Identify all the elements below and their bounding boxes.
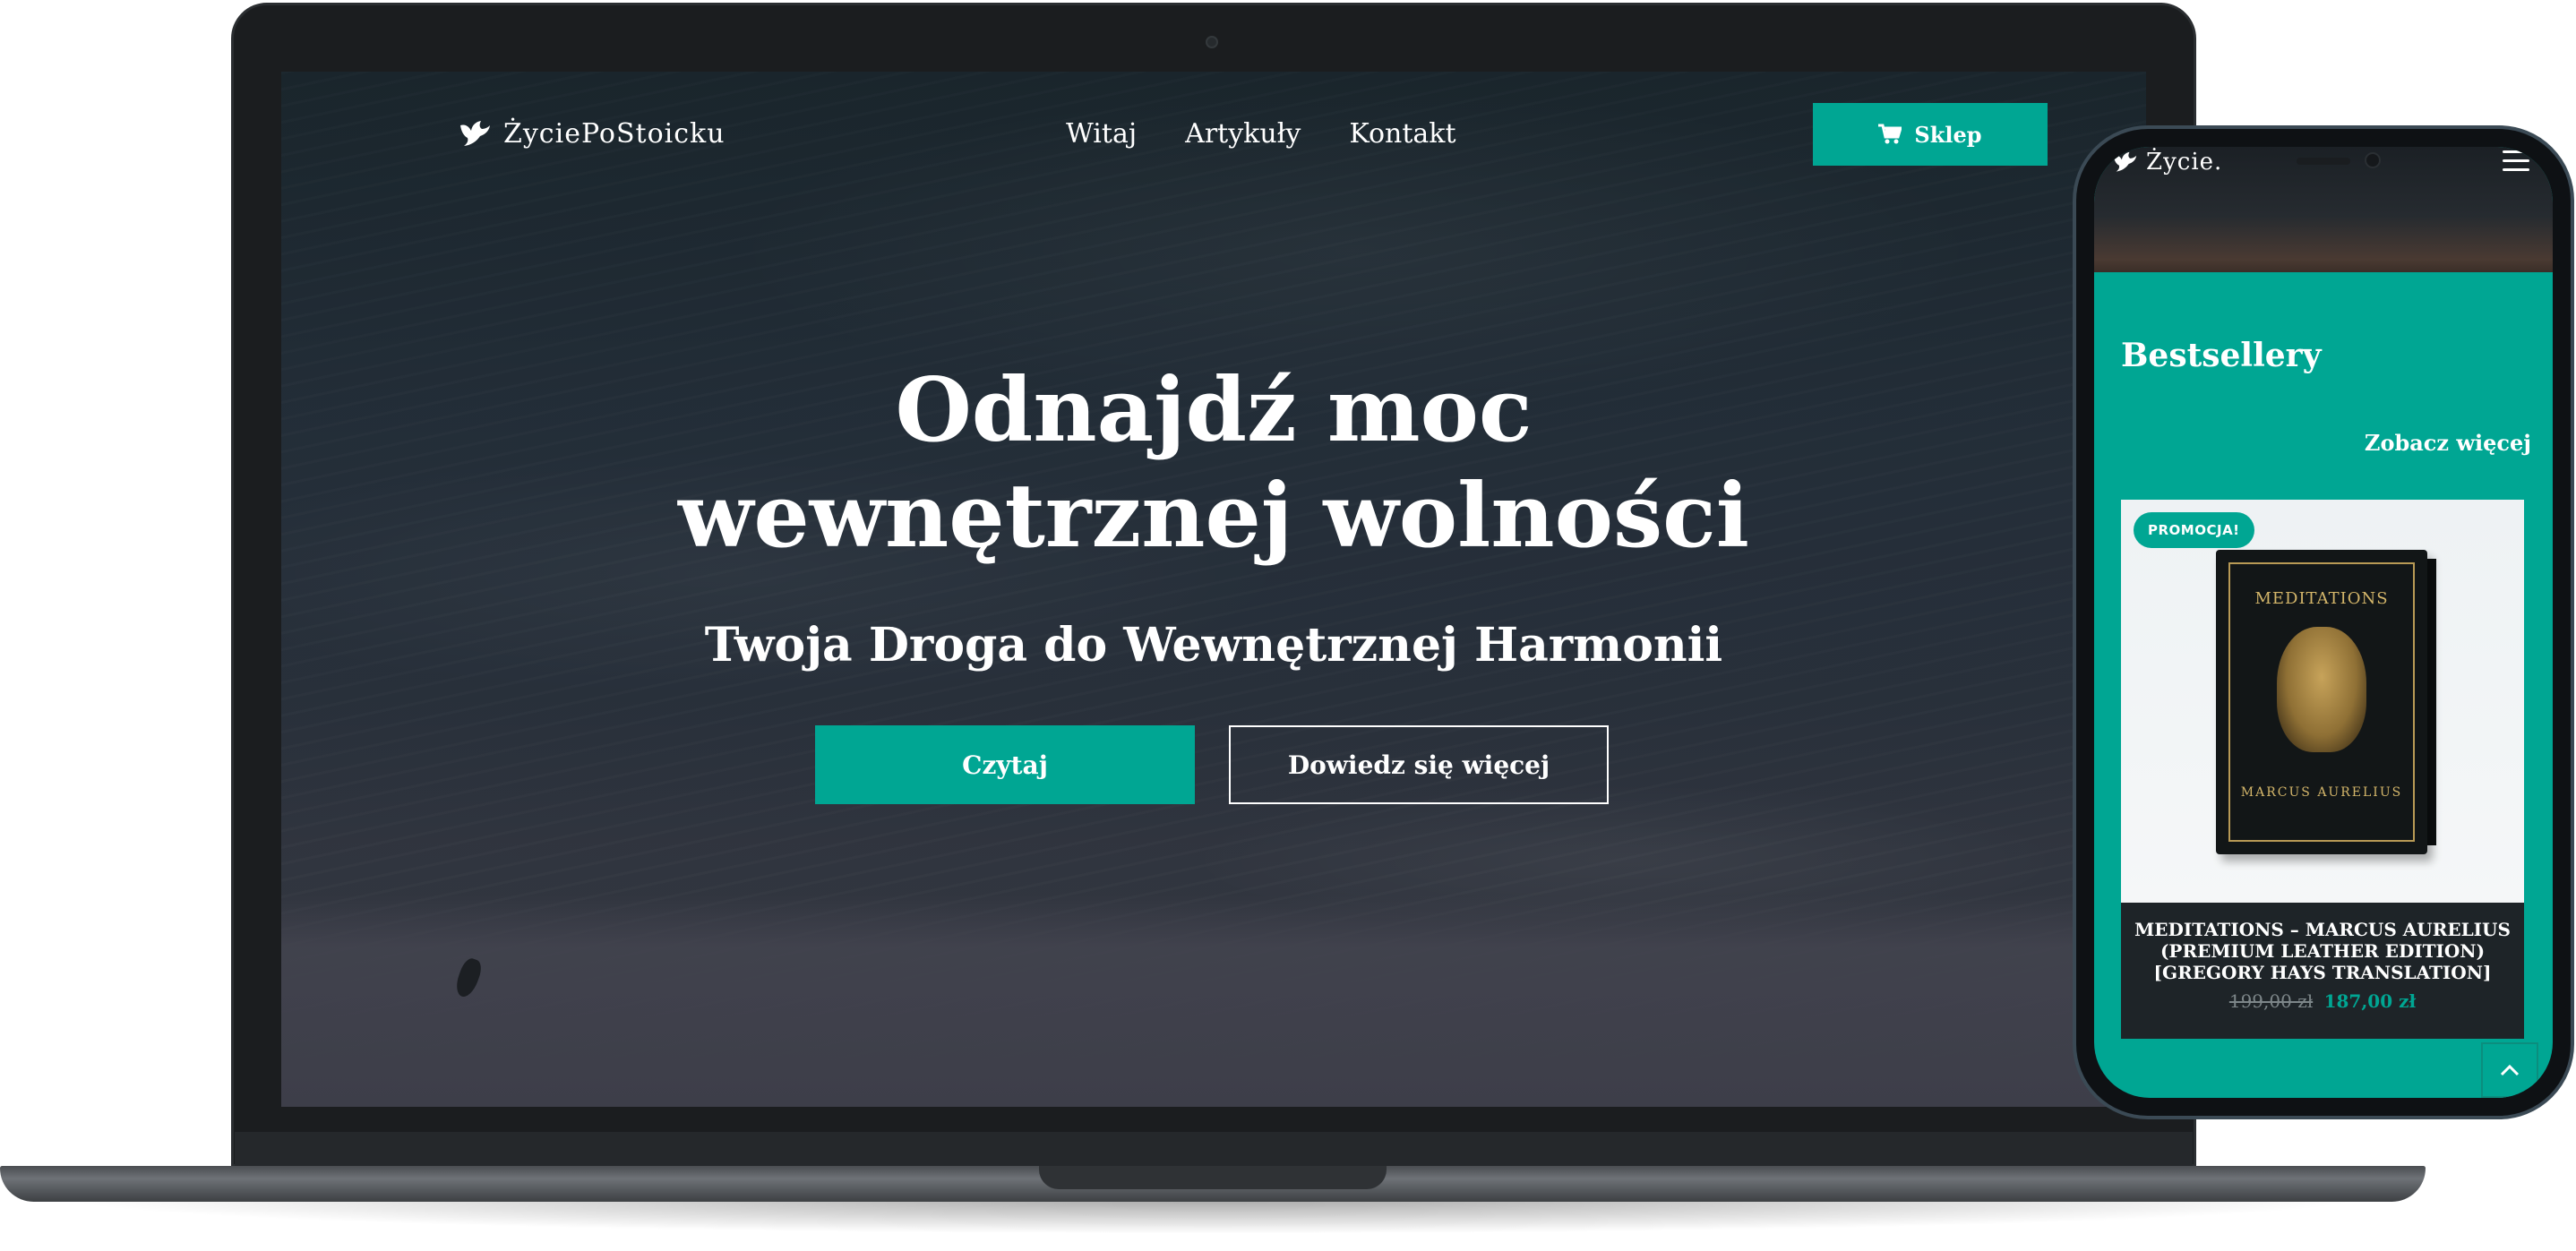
shop-button-label: Sklep (1914, 121, 1982, 148)
book-cover-title: MEDITATIONS (2254, 589, 2389, 608)
read-button[interactable]: Czytaj (815, 725, 1195, 804)
laptop-camera (1206, 36, 1218, 48)
nav-link-artykuly[interactable]: Artykuły (1185, 118, 1301, 150)
bird-icon (460, 120, 490, 146)
phone-camera (2365, 152, 2381, 168)
product-name[interactable]: MEDITATIONS – MARCUS AURELIUS (PREMIUM L… (2130, 919, 2515, 983)
learn-more-button[interactable]: Dowiedz się więcej (1229, 725, 1609, 804)
mobile-site-logo[interactable]: Życie. (2112, 149, 2222, 176)
desktop-website-screen: ŻyciePoStoicku Witaj Artykuły Kontakt Sk… (281, 72, 2146, 1107)
promo-badge: PROMOCJA! (2134, 512, 2254, 548)
mobile-website-screen: Życie. Bestsellery Zobacz więcej MEDITAT… (2094, 147, 2553, 1098)
product-price: 199,00 zł 187,00 zł (2121, 990, 2524, 1012)
book-cover: MEDITATIONS MARCUS AURELIUS (2216, 550, 2427, 854)
laptop-shadow (54, 1198, 2372, 1234)
hero-title: Odnajdź moc wewnętrznej wolności (677, 359, 1750, 568)
laptop-notch (1039, 1166, 1387, 1189)
main-nav: Witaj Artykuły Kontakt (1066, 118, 1456, 150)
hamburger-icon[interactable] (2503, 150, 2529, 172)
book-cover-author: MARCUS AURELIUS (2240, 785, 2403, 800)
phone-speaker (2297, 158, 2350, 165)
chevron-up-icon (2500, 1064, 2520, 1076)
product-card[interactable]: MEDITATIONS MARCUS AURELIUS PROMOCJA! ME… (2121, 500, 2524, 1039)
hero-subtitle: Twoja Droga do Wewnętrznej Harmonii (704, 618, 1723, 673)
old-price: 199,00 zł (2228, 990, 2314, 1012)
brand-name: ŻyciePoStoicku (503, 118, 726, 150)
sale-price: 187,00 zł (2323, 990, 2417, 1012)
bird-icon (2113, 151, 2137, 172)
site-logo[interactable]: ŻyciePoStoicku (459, 118, 726, 150)
shop-button[interactable]: Sklep (1813, 103, 2048, 166)
see-more-link[interactable]: Zobacz więcej (2365, 430, 2531, 456)
book-spine (2427, 559, 2436, 845)
book-cover-portrait (2277, 627, 2366, 752)
bestsellers-title: Bestsellery (2121, 337, 2322, 374)
hero-background-beach (281, 895, 2146, 1107)
nav-link-kontakt[interactable]: Kontakt (1349, 118, 1455, 150)
product-image: MEDITATIONS MARCUS AURELIUS PROMOCJA! (2121, 500, 2524, 903)
laptop-chin (235, 1132, 2193, 1168)
nav-link-witaj[interactable]: Witaj (1066, 118, 1137, 150)
mobile-brand-name: Życie. (2146, 149, 2223, 176)
cart-icon (1878, 124, 1902, 144)
scroll-to-top-button[interactable] (2481, 1042, 2538, 1098)
